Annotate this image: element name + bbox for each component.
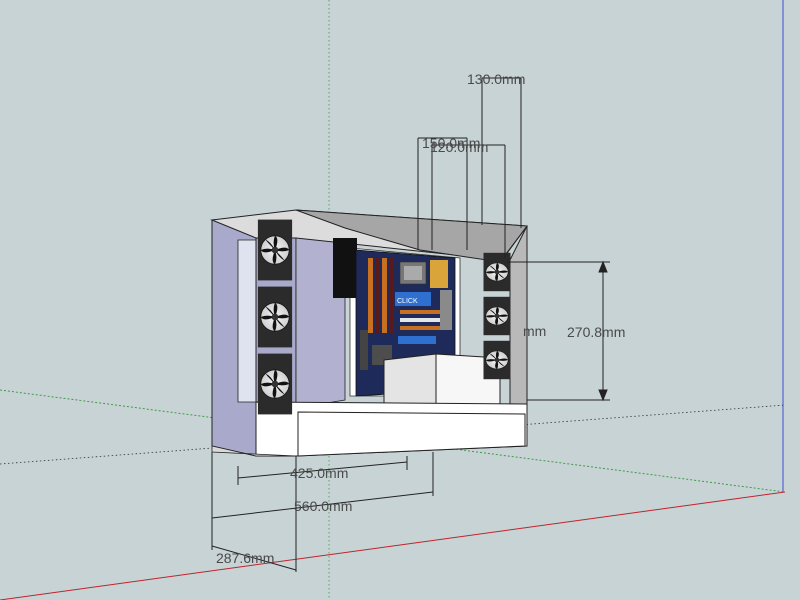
- pc-case-model[interactable]: CLICK: [210, 209, 528, 457]
- red-axis: [0, 491, 786, 600]
- sketchup-viewport[interactable]: CLICK 130.0mm 150.0mm 120.0mm mm 270.8mm…: [0, 0, 800, 600]
- dimension-label-425: 425.0mm: [290, 465, 348, 481]
- case-front-panel[interactable]: [509, 225, 528, 405]
- fan-icon: [257, 286, 293, 348]
- fan-icon: [483, 296, 511, 336]
- motherboard-label: CLICK: [397, 298, 418, 305]
- dimension-label-560: 560.0mm: [294, 498, 352, 514]
- fan-icon: [483, 340, 511, 380]
- left-fan-column[interactable]: [257, 219, 293, 415]
- case-bottom-front-face: [297, 411, 526, 457]
- graphics-card-back: [333, 238, 357, 298]
- dimension-label-130: 130.0mm: [467, 71, 525, 87]
- fan-icon: [257, 219, 293, 281]
- power-supply-unit[interactable]: [383, 353, 501, 411]
- case-left-panel-window: [237, 239, 257, 403]
- fan-icon: [257, 353, 293, 415]
- fan-icon: [483, 252, 511, 292]
- dimension-label-120: 120.0mm: [430, 139, 488, 155]
- dimension-label-partial: mm: [523, 323, 546, 339]
- dimension-label-287: 287.6mm: [216, 550, 274, 566]
- right-fan-column[interactable]: [483, 252, 511, 380]
- dimension-label-270: 270.8mm: [567, 324, 625, 340]
